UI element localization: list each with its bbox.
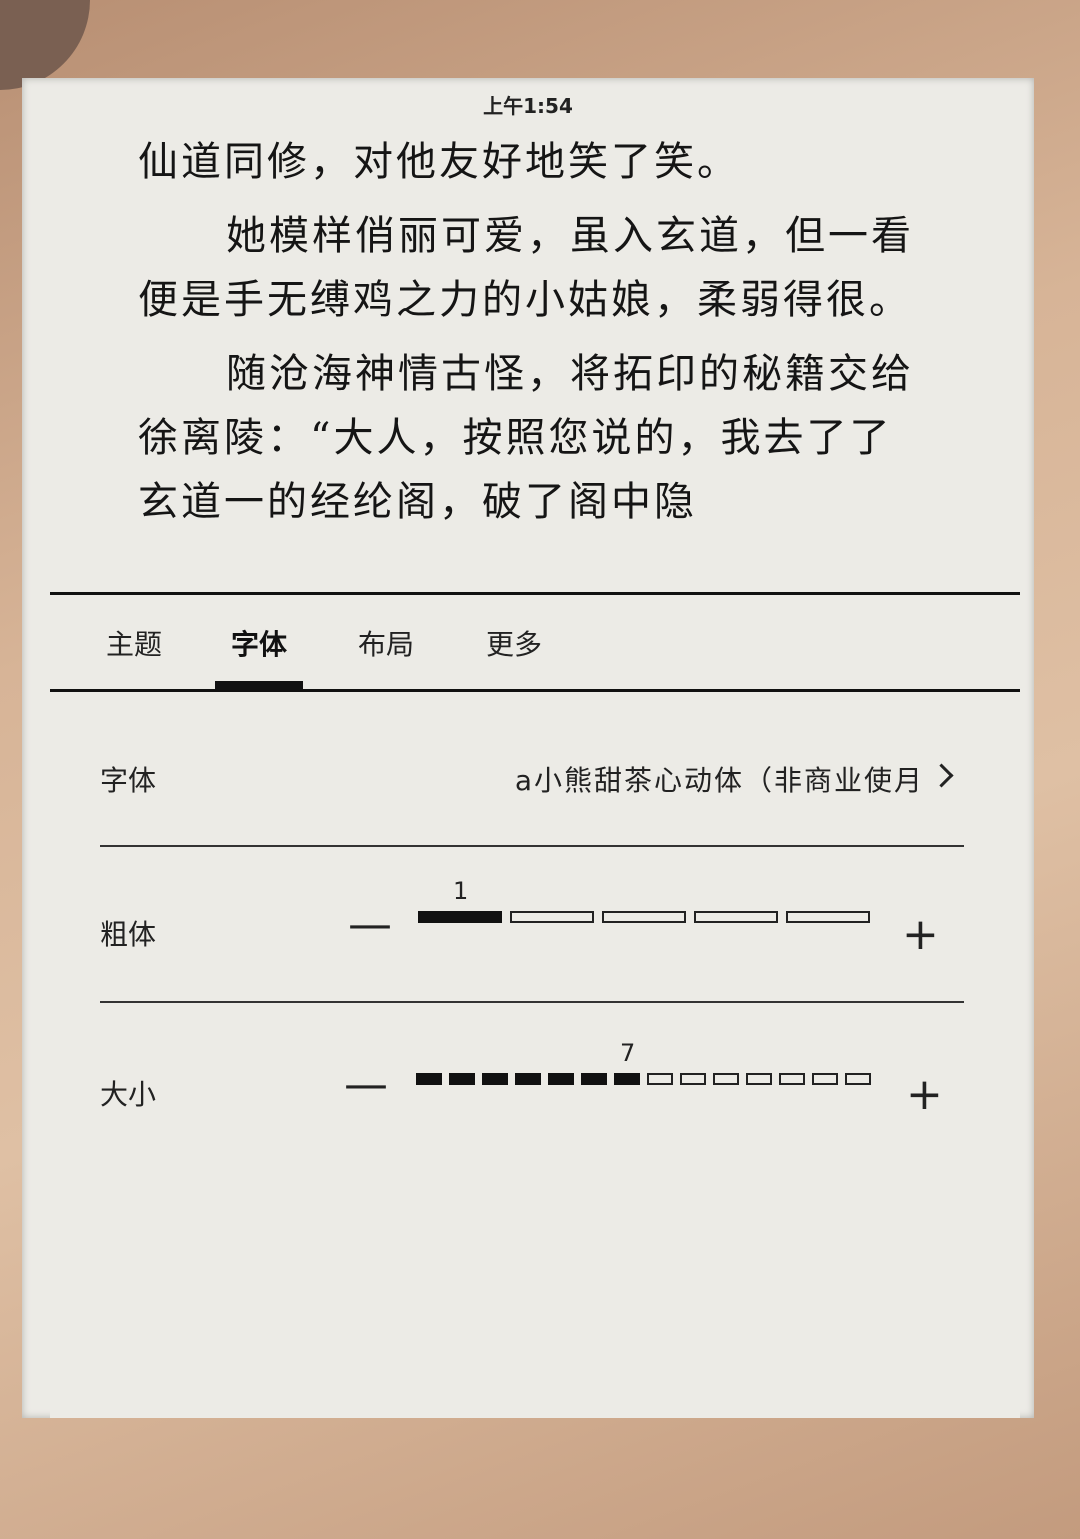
size-decrease-button[interactable]: — (344, 1063, 388, 1107)
level-segment[interactable] (786, 911, 870, 923)
bold-increase-button[interactable]: + (902, 913, 939, 957)
paragraph: 她模样俏丽可爱，虽入玄道，但一看便是手无缚鸡之力的小姑娘，柔弱得很。 (138, 213, 914, 323)
level-segment[interactable] (510, 911, 594, 923)
level-segment[interactable] (515, 1073, 541, 1085)
font-family-row[interactable]: 字体 a小熊甜茶心动体（非商业使月 (100, 689, 964, 839)
level-segment[interactable] (548, 1073, 574, 1085)
level-segment[interactable] (779, 1073, 805, 1085)
level-segment[interactable] (482, 1073, 508, 1085)
level-segment[interactable] (746, 1073, 772, 1085)
bold-decrease-button[interactable]: — (348, 903, 392, 947)
level-segment[interactable] (647, 1073, 673, 1085)
level-value: 7 (620, 1039, 636, 1067)
size-row: 大小 — + 7 (100, 1003, 964, 1153)
level-segment[interactable] (694, 911, 778, 923)
level-segment[interactable] (614, 1073, 640, 1085)
level-segment[interactable] (581, 1073, 607, 1085)
level-segment[interactable] (713, 1073, 739, 1085)
font-value: a小熊甜茶心动体（非商业使月 (514, 764, 924, 797)
level-segment[interactable] (845, 1073, 871, 1085)
tab-more[interactable]: 更多 (486, 623, 542, 663)
active-tab-indicator (215, 681, 303, 689)
chevron-right-icon (929, 763, 954, 788)
tab-font[interactable]: 字体 (231, 623, 287, 663)
level-segment[interactable] (812, 1073, 838, 1085)
level-segment[interactable] (416, 1073, 442, 1085)
level-value: 1 (453, 877, 469, 905)
bold-label: 粗体 (100, 918, 157, 951)
e-reader-screen: 上午1:54 仙道同修，对他友好地笑了笑。 她模样俏丽可爱，虽入玄道，但一看便是… (22, 78, 1034, 1418)
status-time: 上午1:54 (483, 94, 573, 118)
level-segment[interactable] (680, 1073, 706, 1085)
paragraph: 仙道同修，对他友好地笑了笑。 (138, 139, 740, 185)
book-text: 仙道同修，对他友好地笑了笑。 她模样俏丽可爱，虽入玄道，但一看便是手无缚鸡之力的… (138, 130, 918, 594)
tab-layout[interactable]: 布局 (358, 623, 414, 663)
settings-tabs: 主题 字体 布局 更多 (50, 595, 1020, 692)
size-label: 大小 (100, 1078, 157, 1111)
level-segment[interactable] (449, 1073, 475, 1085)
level-segment[interactable] (602, 911, 686, 923)
settings-panel: 主题 字体 布局 更多 字体 a小熊甜茶心动体（非商业使月 粗体 — + 1 大… (50, 592, 1020, 1418)
size-increase-button[interactable]: + (906, 1073, 943, 1117)
tab-theme[interactable]: 主题 (106, 623, 162, 663)
paragraph: 随沧海神情古怪，将拓印的秘籍交给徐离陵：“大人，按照您说的，我去了了玄道一的经纶… (138, 351, 914, 525)
bold-row: 粗体 — + 1 (100, 847, 964, 997)
level-segment[interactable] (418, 911, 502, 923)
font-label: 字体 (100, 764, 157, 797)
